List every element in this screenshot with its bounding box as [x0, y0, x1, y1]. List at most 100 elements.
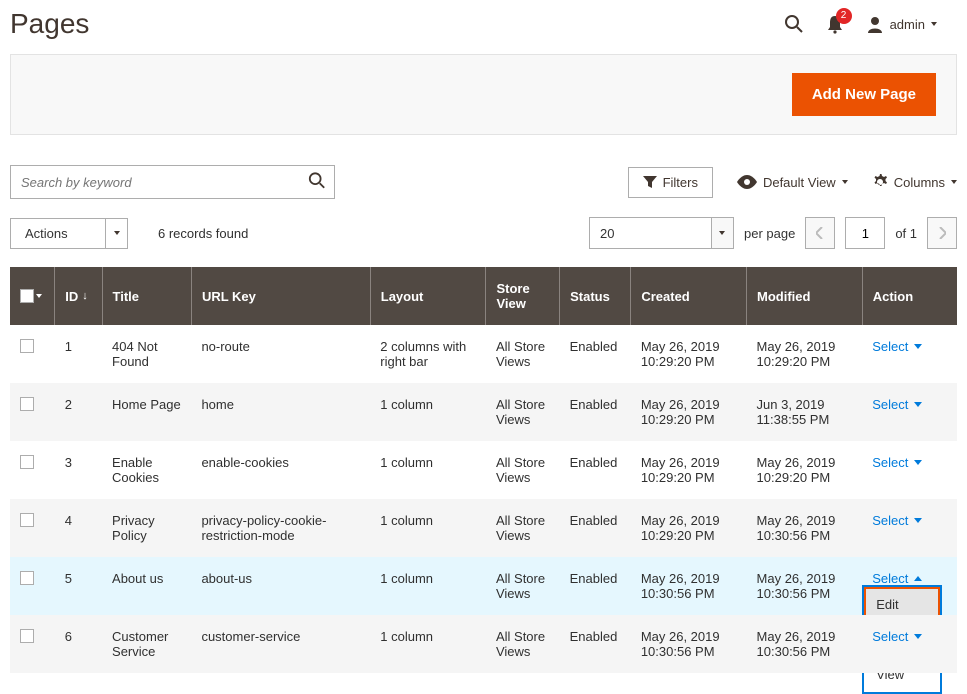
cell-title: 404 Not Found	[102, 325, 191, 383]
row-checkbox[interactable]	[20, 455, 34, 469]
chevron-down-icon	[914, 518, 922, 523]
cell-id: 3	[55, 441, 102, 499]
cell-url: privacy-policy-cookie-restriction-mode	[191, 499, 370, 557]
cell-store: All Store Views	[486, 557, 560, 615]
cell-title: Privacy Policy	[102, 499, 191, 557]
page-size-toggle[interactable]	[711, 218, 733, 248]
col-modified-header[interactable]: Modified	[747, 267, 863, 325]
cell-created: May 26, 2019 10:29:20 PM	[631, 325, 747, 383]
select-label: Select	[872, 571, 908, 586]
cell-status: Enabled	[560, 383, 631, 441]
next-page-button[interactable]	[927, 217, 957, 249]
cell-modified: May 26, 2019 10:29:20 PM	[747, 441, 863, 499]
row-checkbox[interactable]	[20, 513, 34, 527]
select-action-link[interactable]: Select	[872, 571, 922, 586]
select-action-link[interactable]: Select	[872, 513, 922, 528]
prev-page-button[interactable]	[805, 217, 835, 249]
col-action-header[interactable]: Action	[862, 267, 957, 325]
cell-modified: May 26, 2019 10:29:20 PM	[747, 325, 863, 383]
cell-store: All Store Views	[486, 325, 560, 383]
cell-store: All Store Views	[486, 441, 560, 499]
cell-title: Home Page	[102, 383, 191, 441]
default-view-dropdown[interactable]: Default View	[737, 175, 848, 190]
cell-store: All Store Views	[486, 615, 560, 673]
actions-toggle[interactable]	[106, 218, 128, 249]
cell-modified: Jun 3, 2019 11:38:55 PM	[747, 383, 863, 441]
filters-label: Filters	[663, 175, 698, 190]
records-count: 6 records found	[158, 226, 248, 241]
cell-url: about-us	[191, 557, 370, 615]
select-label: Select	[872, 629, 908, 644]
col-urlkey-header[interactable]: URL Key	[191, 267, 370, 325]
col-store-header[interactable]: Store View	[486, 267, 560, 325]
notification-badge: 2	[836, 8, 852, 24]
chevron-down-icon	[914, 402, 922, 407]
notifications-icon[interactable]: 2	[826, 14, 844, 34]
row-checkbox[interactable]	[20, 339, 34, 353]
row-checkbox[interactable]	[20, 397, 34, 411]
select-action-link[interactable]: Select	[872, 455, 922, 470]
page-total: of 1	[895, 226, 917, 241]
cell-modified: May 26, 2019 10:30:56 PM	[747, 557, 863, 615]
table-row: 5About usabout-us1 columnAll Store Views…	[10, 557, 957, 615]
select-action-link[interactable]: Select	[872, 629, 922, 644]
cell-id: 6	[55, 615, 102, 673]
select-label: Select	[872, 339, 908, 354]
page-number-input[interactable]	[845, 217, 885, 249]
table-row: 6Customer Servicecustomer-service1 colum…	[10, 615, 957, 673]
cell-status: Enabled	[560, 325, 631, 383]
select-all-checkbox[interactable]	[20, 289, 44, 303]
columns-dropdown[interactable]: Columns	[872, 174, 957, 190]
table-row: 2Home Pagehome1 columnAll Store ViewsEna…	[10, 383, 957, 441]
row-checkbox[interactable]	[20, 571, 34, 585]
add-new-page-button[interactable]: Add New Page	[792, 73, 936, 116]
actions-dropdown[interactable]: Actions	[10, 218, 128, 249]
cell-action: Select	[862, 615, 957, 673]
filters-button[interactable]: Filters	[628, 167, 713, 198]
chevron-down-icon	[931, 22, 937, 26]
cell-created: May 26, 2019 10:29:20 PM	[631, 441, 747, 499]
col-created-header[interactable]: Created	[631, 267, 747, 325]
cell-store: All Store Views	[486, 383, 560, 441]
col-status-header[interactable]: Status	[560, 267, 631, 325]
user-menu[interactable]: admin	[866, 15, 937, 33]
cell-url: enable-cookies	[191, 441, 370, 499]
col-title-header[interactable]: Title	[102, 267, 191, 325]
cell-status: Enabled	[560, 499, 631, 557]
row-checkbox[interactable]	[20, 629, 34, 643]
actions-label: Actions	[10, 218, 106, 249]
search-icon[interactable]	[784, 14, 804, 34]
sort-desc-icon: ↓	[82, 290, 88, 302]
chevron-down-icon	[951, 180, 957, 184]
cell-layout: 1 column	[370, 499, 486, 557]
search-input[interactable]	[11, 166, 334, 198]
cell-action: Select	[862, 325, 957, 383]
cell-action: SelectEditDeleteView	[862, 557, 957, 615]
cell-status: Enabled	[560, 557, 631, 615]
cell-layout: 1 column	[370, 441, 486, 499]
eye-icon	[737, 175, 757, 189]
col-layout-header[interactable]: Layout	[370, 267, 486, 325]
cell-created: May 26, 2019 10:30:56 PM	[631, 557, 747, 615]
cell-created: May 26, 2019 10:29:20 PM	[631, 383, 747, 441]
action-bar: Add New Page	[10, 54, 957, 135]
cell-layout: 1 column	[370, 557, 486, 615]
funnel-icon	[643, 176, 657, 188]
select-action-link[interactable]: Select	[872, 339, 922, 354]
cell-layout: 1 column	[370, 615, 486, 673]
page-size-value: 20	[590, 226, 711, 241]
page-size-select[interactable]: 20	[589, 217, 734, 249]
chevron-up-icon	[914, 576, 922, 581]
select-action-link[interactable]: Select	[872, 397, 922, 412]
cell-action: Select	[862, 383, 957, 441]
chevron-down-icon	[914, 344, 922, 349]
default-view-label: Default View	[763, 175, 836, 190]
select-label: Select	[872, 397, 908, 412]
cell-title: Enable Cookies	[102, 441, 191, 499]
cell-url: customer-service	[191, 615, 370, 673]
search-icon[interactable]	[308, 172, 326, 193]
cell-modified: May 26, 2019 10:30:56 PM	[747, 615, 863, 673]
search-box[interactable]	[10, 165, 335, 199]
per-page-label: per page	[744, 226, 795, 241]
col-id-header[interactable]: ID↓	[55, 267, 102, 325]
